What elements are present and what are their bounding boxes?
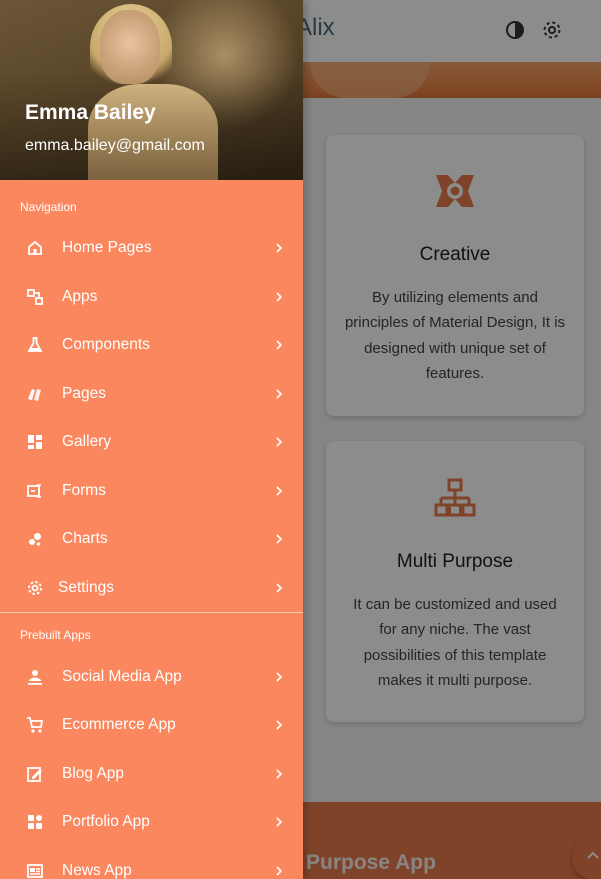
portfolio-icon bbox=[26, 813, 44, 831]
nav-item-label: Forms bbox=[62, 482, 106, 499]
person-icon bbox=[26, 668, 44, 686]
nav-item-label: Portfolio App bbox=[62, 813, 150, 830]
nav-item-forms[interactable]: Forms bbox=[0, 469, 303, 515]
nav-item-label: Gallery bbox=[62, 433, 112, 450]
chevron-right-icon bbox=[274, 864, 284, 878]
nav-item-label: Social Media App bbox=[62, 668, 182, 685]
nav-item-social-media-app[interactable]: Social Media App bbox=[0, 655, 303, 701]
nav-item-label: Ecommerce App bbox=[62, 716, 176, 733]
nav-item-blog-app[interactable]: Blog App bbox=[0, 752, 303, 798]
chevron-right-icon bbox=[274, 767, 284, 781]
forms-icon bbox=[26, 482, 44, 500]
nav-item-apps[interactable]: Apps bbox=[0, 275, 303, 321]
nav-item-pages[interactable]: Pages bbox=[0, 372, 303, 418]
apps-icon bbox=[26, 288, 44, 306]
nav-item-components[interactable]: Components bbox=[0, 323, 303, 369]
gallery-icon bbox=[26, 433, 44, 451]
chevron-right-icon bbox=[274, 815, 284, 829]
chevron-right-icon bbox=[274, 387, 284, 401]
nav-item-gallery[interactable]: Gallery bbox=[0, 420, 303, 466]
drawer-divider bbox=[0, 612, 303, 613]
home-icon bbox=[26, 239, 44, 257]
nav-item-portfolio-app[interactable]: Portfolio App bbox=[0, 800, 303, 846]
flask-icon bbox=[26, 336, 44, 354]
chevron-right-icon bbox=[274, 338, 284, 352]
chevron-right-icon bbox=[274, 241, 284, 255]
nav-item-news-app[interactable]: News App bbox=[0, 849, 303, 879]
chevron-right-icon bbox=[274, 532, 284, 546]
chevron-right-icon bbox=[274, 581, 284, 595]
charts-icon bbox=[26, 530, 44, 548]
news-icon bbox=[26, 862, 44, 879]
chevron-right-icon bbox=[274, 718, 284, 732]
nav-item-label: News App bbox=[62, 862, 132, 879]
nav-item-charts[interactable]: Charts bbox=[0, 517, 303, 563]
nav-item-ecommerce-app[interactable]: Ecommerce App bbox=[0, 703, 303, 749]
chevron-right-icon bbox=[274, 670, 284, 684]
nav-item-label: Apps bbox=[62, 288, 98, 305]
chevron-right-icon bbox=[274, 435, 284, 449]
profile-email: emma.bailey@gmail.com bbox=[25, 137, 205, 154]
nav-item-label: Pages bbox=[62, 385, 106, 402]
nav-item-label: Components bbox=[62, 336, 150, 353]
settings-icon bbox=[26, 579, 44, 597]
chevron-right-icon bbox=[274, 484, 284, 498]
nav-item-label: Home Pages bbox=[62, 239, 152, 256]
cart-icon bbox=[26, 716, 44, 734]
nav-item-label: Settings bbox=[58, 579, 115, 596]
edit-icon bbox=[26, 765, 44, 783]
nav-item-home-pages[interactable]: Home Pages bbox=[0, 226, 303, 272]
nav-item-settings[interactable]: Settings bbox=[0, 566, 303, 612]
navigation-drawer: Emma Bailey emma.bailey@gmail.com Naviga… bbox=[0, 0, 303, 879]
prebuilt-section-label: Prebuilt Apps bbox=[20, 628, 91, 642]
nav-item-label: Charts bbox=[62, 530, 108, 547]
profile-header: Emma Bailey emma.bailey@gmail.com bbox=[0, 0, 303, 180]
navigation-section-label: Navigation bbox=[20, 200, 77, 214]
chevron-right-icon bbox=[274, 290, 284, 304]
profile-name: Emma Bailey bbox=[25, 101, 156, 124]
nav-item-label: Blog App bbox=[62, 765, 125, 782]
pages-icon bbox=[26, 385, 44, 403]
